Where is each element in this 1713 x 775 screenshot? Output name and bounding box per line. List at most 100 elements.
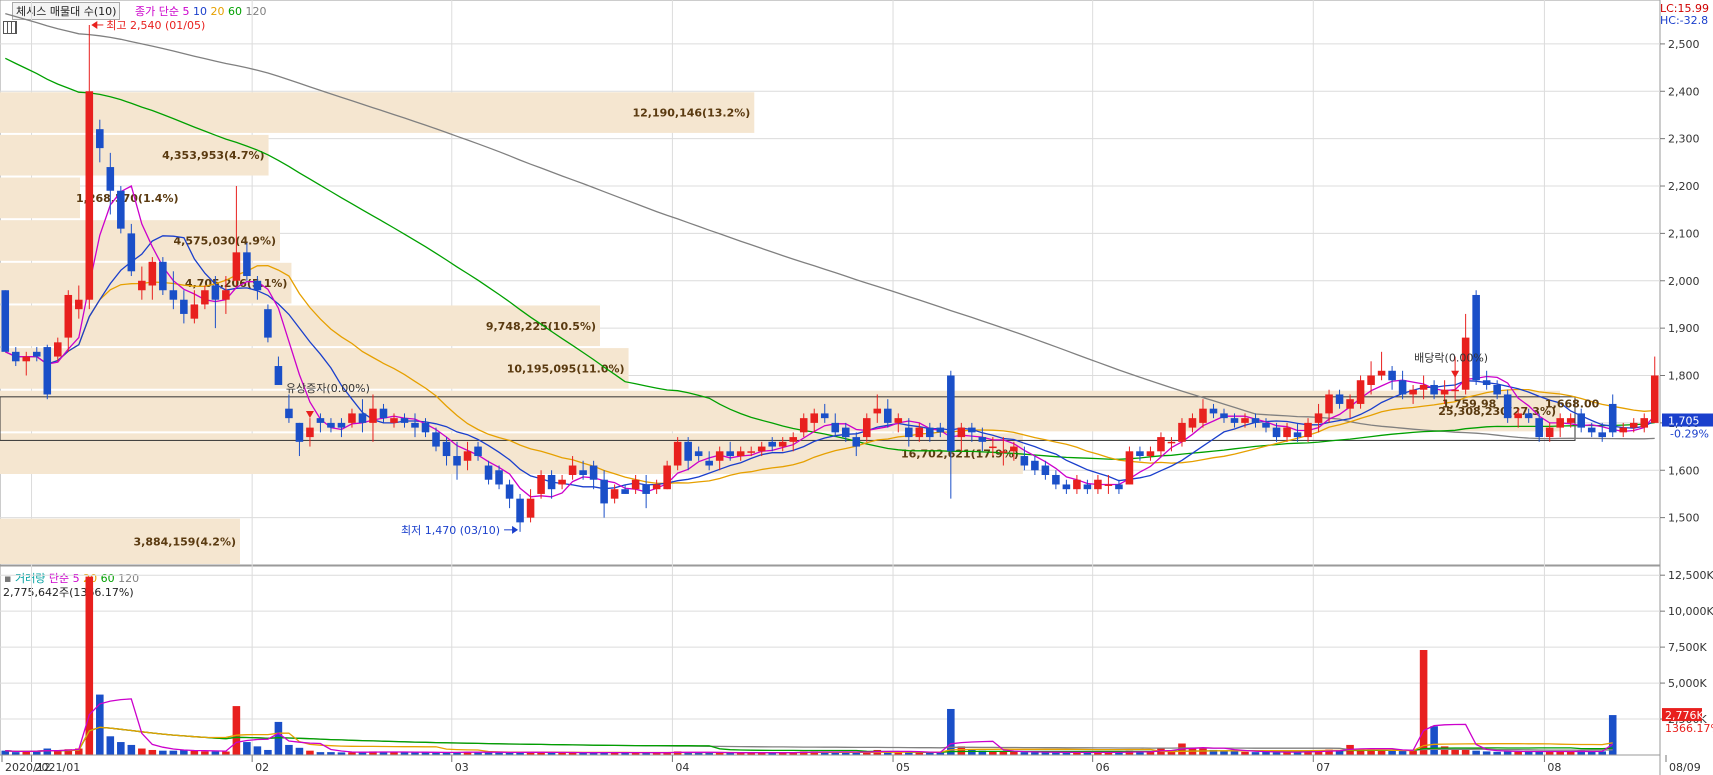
- profile-label: 4,353,953(4.7%): [162, 149, 265, 162]
- price-tick-label: 2,500: [1668, 38, 1700, 51]
- candle-body: [652, 484, 661, 490]
- candle-body: [1283, 427, 1291, 438]
- volume-bar: [106, 736, 115, 755]
- candle-body: [505, 484, 514, 499]
- profile-label: 3,884,159(4.2%): [134, 535, 237, 548]
- candle-body: [1104, 484, 1113, 486]
- candle-body: [190, 304, 199, 319]
- candle-body: [1503, 394, 1512, 419]
- x-tick-label: 07: [1316, 761, 1330, 774]
- candle-body: [1230, 418, 1239, 423]
- candle-body: [201, 290, 209, 305]
- candle-body: [442, 441, 451, 457]
- candle-body: [1577, 413, 1585, 428]
- volume-bar: [306, 750, 314, 755]
- candle-body: [1650, 375, 1659, 423]
- candle-body: [968, 427, 976, 433]
- candle-body: [316, 418, 325, 423]
- x-tick-label: 03: [455, 761, 469, 774]
- candle-body: [621, 489, 629, 494]
- high-annotation: 최고 2,540 (01/05): [106, 19, 205, 32]
- x-tick-label: 05: [896, 761, 910, 774]
- candle-body: [22, 356, 31, 362]
- candle-body: [831, 422, 840, 433]
- candle-body: [547, 474, 556, 490]
- candle-body: [169, 290, 178, 300]
- volume-bar: [85, 576, 94, 755]
- candle-body: [516, 498, 524, 523]
- candle-body: [138, 280, 146, 291]
- candle-body: [589, 465, 598, 480]
- candle-body: [211, 285, 220, 300]
- candle-body: [358, 413, 367, 423]
- candle-body: [1020, 456, 1029, 466]
- volume-bar: [968, 749, 976, 755]
- candle-body: [852, 437, 861, 447]
- candle-body: [1157, 437, 1165, 452]
- candle-body: [1125, 451, 1134, 485]
- candle-body: [421, 422, 430, 433]
- volume-bar: [1451, 749, 1459, 755]
- candle-body: [54, 342, 62, 357]
- event-dividend-label: 배당락(0.00%): [1414, 351, 1488, 364]
- candle-body: [1209, 408, 1218, 414]
- price-tick-label: 2,000: [1668, 275, 1700, 288]
- candle-body: [400, 418, 409, 423]
- candle-body: [1293, 432, 1302, 438]
- candle-body: [43, 347, 52, 395]
- candle-body: [1566, 418, 1575, 423]
- candle-body: [642, 484, 650, 494]
- candle-body: [117, 190, 125, 229]
- candle-body: [631, 479, 640, 490]
- candle-body: [64, 294, 73, 338]
- candle-body: [873, 408, 882, 414]
- x-tick-label: 06: [1096, 761, 1110, 774]
- volume-bar: [1430, 726, 1438, 755]
- point-label: 1,759.98: [1442, 398, 1496, 411]
- volume-tick-label: 10,000K: [1668, 605, 1713, 618]
- candle-body: [1325, 394, 1333, 414]
- candle-body: [148, 261, 157, 286]
- candle-body: [75, 299, 83, 310]
- candle-body: [390, 418, 398, 423]
- candle-body: [579, 470, 587, 475]
- stock-chart[interactable]: 3,884,159(4.2%)16,702,621(17.9%)25,308,2…: [0, 0, 1713, 775]
- candle-body: [180, 299, 188, 314]
- candle-body: [222, 290, 230, 300]
- candle-body: [32, 351, 41, 357]
- profile-label: 9,748,225(10.5%): [486, 320, 596, 333]
- volume-bar: [1199, 748, 1207, 755]
- volume-bar: [159, 750, 167, 755]
- volume-bar: [1461, 749, 1470, 755]
- candle-body: [894, 418, 903, 423]
- candle-body: [463, 451, 472, 461]
- volume-tick-label: 5,000K: [1668, 677, 1707, 690]
- volume-bar: [232, 706, 241, 755]
- candle-body: [1220, 413, 1228, 419]
- candle-body: [768, 441, 776, 447]
- candle-body: [327, 422, 335, 428]
- candle-body: [715, 451, 724, 461]
- candle-body: [1367, 375, 1375, 385]
- volume-bar: [211, 751, 220, 755]
- x-tick-label: 08/09: [1669, 761, 1701, 774]
- candle-body: [96, 129, 104, 149]
- candle-body: [1619, 427, 1628, 433]
- candle-body: [1409, 389, 1417, 395]
- event-rights-label: 유상증자(0.00%): [286, 382, 370, 395]
- candle-body: [558, 479, 566, 485]
- candle-body: [232, 252, 241, 281]
- price-tick-label: 2,400: [1668, 85, 1700, 98]
- volume-bar: [222, 751, 230, 755]
- price-tick-label: 2,300: [1668, 133, 1700, 146]
- candle-body: [411, 422, 419, 428]
- volume-bar: [1409, 750, 1417, 755]
- candle-body: [684, 441, 692, 461]
- candle-body: [747, 451, 755, 453]
- low-annotation: 최저 1,470 (03/10): [401, 524, 500, 537]
- candle-body: [989, 446, 997, 449]
- candle-body: [1493, 384, 1501, 395]
- candle-body: [348, 413, 356, 423]
- candle-body: [127, 233, 136, 272]
- volume-bar: [138, 748, 146, 755]
